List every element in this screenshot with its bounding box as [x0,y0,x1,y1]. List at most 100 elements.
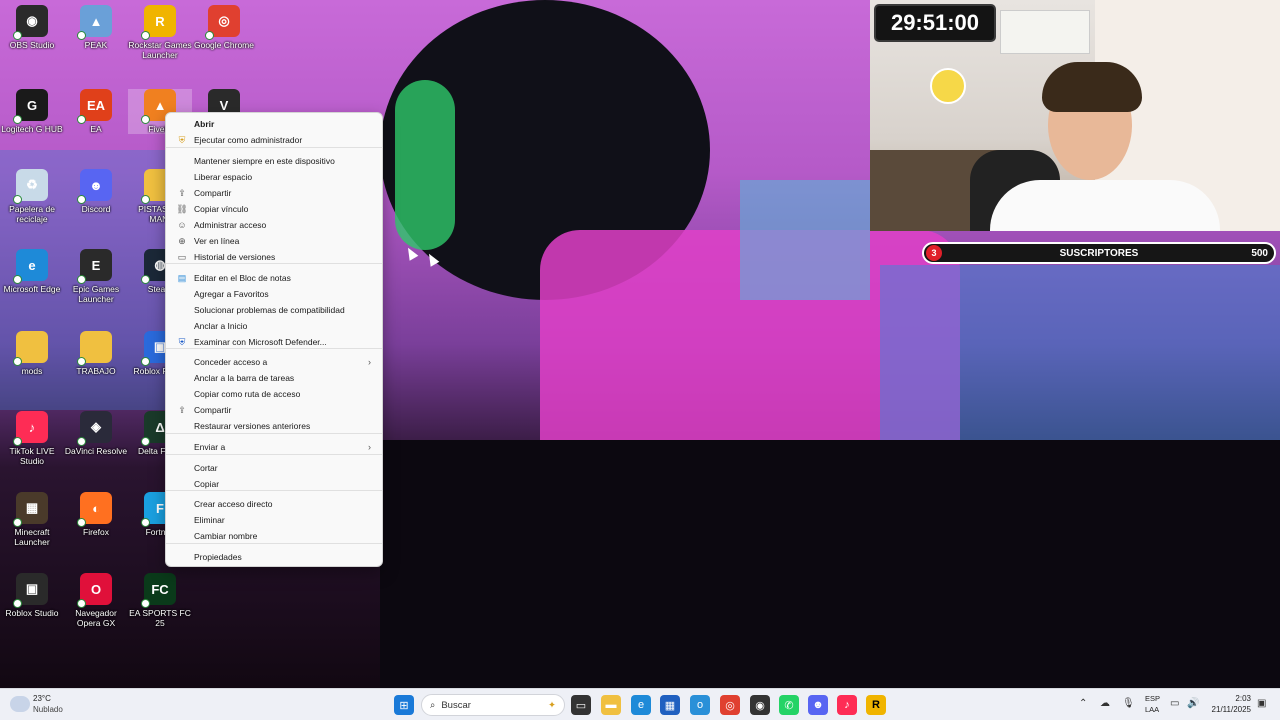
desktop-icon-ea[interactable]: EA EA [64,89,128,134]
weather-cloud-icon[interactable] [10,696,30,712]
menu-item-administrar-acceso[interactable]: ☺ Administrar acceso [170,217,379,233]
desktop-icon-firefox[interactable]: ◐ Firefox [64,492,128,537]
menu-item-label: Agregar a Favoritos [194,289,269,299]
menu-item-cambiar-nombre[interactable]: Cambiar nombre [170,528,379,544]
desktop-icon-chrome[interactable]: ◎ Google Chrome [192,5,256,50]
desktop-icon-label: EA SPORTS FC 25 [129,608,191,628]
menu-item-historial-de-versiones[interactable]: ▭ Historial de versiones [170,249,379,265]
desktop-icon-logitech[interactable]: G Logitech G HUB [0,89,64,134]
discord-icon: ☻ [77,169,112,204]
share-icon: ⇪ [178,404,186,415]
webcam-air-conditioner [1000,10,1090,54]
desktop-icon-epic[interactable]: E Epic Games Launcher [64,249,128,304]
chevron-up-icon[interactable]: ⌃ [1079,698,1087,709]
menu-item-enviar-a[interactable]: Enviar a › [170,439,379,455]
sync-check-icon [13,195,22,204]
wallpaper-headphone [395,80,455,250]
desktop-icon-peak[interactable]: ▲ PEAK [64,5,128,50]
menu-item-copiar-vinculo[interactable]: ⛓ Copiar vínculo [170,201,379,217]
desktop-icon-obs[interactable]: ◉ OBS Studio [0,5,64,50]
notification-icon[interactable]: ▣ [1257,698,1266,709]
desktop-icon-opera-gx[interactable]: O Navegador Opera GX [64,573,128,628]
menu-item-liberar-espacio[interactable]: Liberar espacio [170,169,379,185]
desktop-icon-label: Papelera de reciclaje [9,204,55,224]
menu-item-label: Enviar a [194,442,226,452]
menu-item-mantener-siempre-en-este-dispositivo[interactable]: Mantener siempre en este dispositivo [170,153,379,169]
sync-check-icon [141,31,150,40]
menu-item-anclar-a-inicio[interactable]: Anclar a Inicio [170,318,379,334]
onedrive-cloud-icon[interactable]: ☁ [1100,698,1110,709]
whatsapp-icon[interactable]: ✆ [779,695,799,715]
search-placeholder: Buscar [441,699,471,711]
desktop-icon-minecraft[interactable]: ▦ Minecraft Launcher [0,492,64,547]
start-button[interactable]: ⊞ [394,695,414,715]
subscriber-goal-bar: 3 SUSCRIPTORES 500 [922,242,1276,264]
sync-check-icon [77,599,86,608]
desktop-icon-tiktok[interactable]: ♪ TikTok LIVE Studio [0,411,64,466]
menu-item-conceder-acceso-a[interactable]: Conceder acceso a › [170,354,379,370]
menu-item-crear-acceso-directo[interactable]: Crear acceso directo [170,496,379,512]
menu-item-label: Solucionar problemas de compatibilidad [194,305,345,315]
menu-item-label: Compartir [194,188,232,198]
volume-icon[interactable]: 🔊 [1187,698,1199,709]
menu-item-editar-en-el-bloc-de-notas[interactable]: ▤ Editar en el Bloc de notas [170,270,379,286]
desktop-icon-rockstar[interactable]: R Rockstar Games Launcher [128,5,192,60]
desktop-icon-fc25[interactable]: FC EA SPORTS FC 25 [128,573,192,628]
history-icon: ▭ [177,251,187,262]
menu-item-anclar-a-la-barra-de-tareas[interactable]: Anclar a la barra de tareas [170,370,379,386]
clock-date[interactable]: 21/11/2025 [1205,705,1251,714]
edge-taskbar-icon[interactable]: e [631,695,651,715]
menu-item-ver-en-linea[interactable]: ⊕ Ver en línea [170,233,379,249]
sync-check-icon [141,518,150,527]
menu-item-propiedades[interactable]: Propiedades [170,549,379,565]
menu-item-ejecutar-como-administrador[interactable]: ⛨ Ejecutar como administrador [170,132,379,148]
subscriber-label: SUSCRIPTORES [1059,247,1139,259]
menu-item-cortar[interactable]: Cortar [170,460,379,476]
desktop-icon-folder[interactable]: TRABAJO [64,331,128,376]
clock-time[interactable]: 2:03 [1205,694,1251,703]
menu-item-copiar-como-ruta-de-acceso[interactable]: Copiar como ruta de acceso [170,386,379,402]
desktop-icon-discord[interactable]: ☻ Discord [64,169,128,214]
folder-icon [77,331,112,366]
language-bottom[interactable]: LAA [1145,705,1159,714]
menu-item-compartir[interactable]: ⇪ Compartir [170,185,379,201]
language-top[interactable]: ESP [1145,694,1160,703]
desktop-icon-recycle-bin[interactable]: ♻ Papelera de reciclaje [0,169,64,224]
chrome-taskbar-icon[interactable]: ◎ [720,695,740,715]
menu-item-copiar[interactable]: Copiar [170,476,379,492]
menu-item-agregar-a-favoritos[interactable]: Agregar a Favoritos [170,286,379,302]
menu-item-eliminar[interactable]: Eliminar [170,512,379,528]
share-icon: ⇪ [178,187,186,198]
desktop-icon-label: Rockstar Games Launcher [128,40,192,60]
search-box[interactable]: ⌕ Buscar ✦ [421,694,565,716]
rockstar-icon: R [141,5,176,40]
weather-temp[interactable]: 23°C [33,694,51,703]
microphone-icon[interactable]: 🎙 [1122,698,1135,709]
desktop-icon-folder[interactable]: mods [0,331,64,376]
network-icon[interactable]: ▭ [1170,698,1179,709]
person-icon: ☺ [177,220,187,230]
menu-item-solucionar-problemas-de-compatibilidad[interactable]: Solucionar problemas de compatibilidad [170,302,379,318]
desktop-icon-davinci[interactable]: ◈ DaVinci Resolve [64,411,128,456]
sync-check-icon [141,115,150,124]
subscriber-goal: 500 [1251,247,1268,259]
menu-item-restaurar-versiones-anteriores[interactable]: Restaurar versiones anteriores [170,418,379,434]
store-icon[interactable]: ▦ [660,695,680,715]
obs-taskbar-icon[interactable]: ◉ [750,695,770,715]
menu-item-abrir[interactable]: Abrir [170,116,379,132]
menu-item-compartir[interactable]: ⇪ Compartir [170,402,379,418]
discord-taskbar-icon[interactable]: ☻ [808,695,828,715]
outlook-icon[interactable]: o [690,695,710,715]
ea-icon: EA [77,89,112,124]
tiktok-taskbar-icon[interactable]: ♪ [837,695,857,715]
weather-desc[interactable]: Nublado [33,705,63,714]
desktop-icon-edge[interactable]: e Microsoft Edge [0,249,64,294]
file-explorer-icon[interactable]: ▬ [601,695,621,715]
globe-icon: ⊕ [178,235,186,246]
rockstar-taskbar-icon[interactable]: R [866,695,886,715]
menu-item-examinar-con-microsoft-defender[interactable]: ⛨ Examinar con Microsoft Defender... [170,334,379,350]
sync-check-icon [13,518,22,527]
wallpaper-monitor [740,180,870,300]
desktop-icon-roblox-studio[interactable]: ▣ Roblox Studio [0,573,64,618]
task-view-icon[interactable]: ▭ [571,695,591,715]
